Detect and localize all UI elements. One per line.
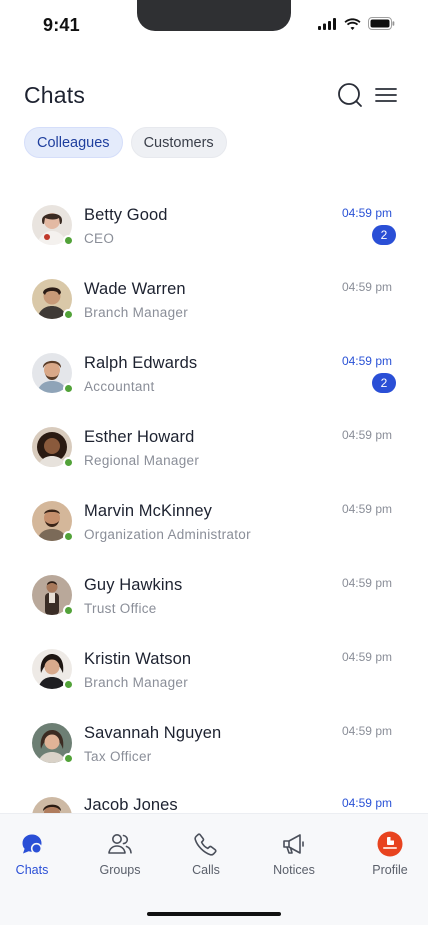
contact-name: Wade Warren: [84, 280, 186, 298]
contact-name: Ralph Edwards: [84, 354, 198, 372]
chat-list[interactable]: Betty Good CEO 04:59 pm 2 Wade Warren Br…: [0, 170, 428, 813]
online-status-dot: [63, 605, 74, 616]
search-icon: [338, 83, 362, 107]
online-status-dot: [63, 457, 74, 468]
nav-profile[interactable]: Profile: [350, 814, 428, 884]
chats-header: Chats Colleagues Customers: [0, 48, 428, 170]
nav-label: Chats: [15, 863, 49, 877]
nav-groups[interactable]: Groups: [80, 814, 160, 884]
online-status-dot: [63, 531, 74, 542]
contact-role: Trust Office: [84, 601, 157, 616]
avatar: [32, 797, 72, 813]
contact-role: Branch Manager: [84, 305, 189, 320]
unread-badge: 2: [372, 225, 396, 245]
message-time: 04:59 pm: [341, 206, 392, 220]
camera-notch: [137, 0, 291, 31]
chat-row-guy-hawkins[interactable]: Guy Hawkins Trust Office 04:59 pm: [0, 558, 428, 632]
chat-row-savannah-nguyen[interactable]: Savannah Nguyen Tax Officer 04:59 pm: [0, 706, 428, 780]
megaphone-icon: [281, 831, 307, 857]
message-time: 04:59 pm: [341, 502, 392, 516]
chat-row-wade-warren[interactable]: Wade Warren Branch Manager 04:59 pm: [0, 262, 428, 336]
contact-role: CEO: [84, 231, 115, 246]
chat-row-kristin-watson[interactable]: Kristin Watson Branch Manager 04:59 pm: [0, 632, 428, 706]
home-indicator-area: [0, 891, 428, 925]
contact-name: Esther Howard: [84, 428, 195, 446]
menu-button[interactable]: [374, 83, 398, 107]
nav-notices[interactable]: Notices: [254, 814, 334, 884]
chat-bubble-icon: [19, 831, 45, 857]
status-time: 9:41: [43, 15, 80, 35]
online-status-dot: [63, 309, 74, 320]
hamburger-menu-icon: [375, 88, 397, 102]
contact-role: Organization Administrator: [84, 527, 251, 542]
contact-name: Savannah Nguyen: [84, 724, 222, 742]
chat-row-jacob-jones[interactable]: Jacob Jones 04:59 pm: [0, 780, 428, 813]
message-time: 04:59 pm: [341, 796, 392, 810]
online-status-dot: [63, 679, 74, 690]
online-status-dot: [63, 383, 74, 394]
chat-row-esther-howard[interactable]: Esther Howard Regional Manager 04:59 pm: [0, 410, 428, 484]
battery-icon: [368, 17, 395, 30]
contact-name: Kristin Watson: [84, 650, 192, 668]
tab-colleagues[interactable]: Colleagues: [24, 127, 123, 158]
message-time: 04:59 pm: [341, 428, 392, 442]
nav-label: Notices: [273, 863, 315, 877]
search-button[interactable]: [336, 81, 364, 109]
chat-row-betty-good[interactable]: Betty Good CEO 04:59 pm 2: [0, 188, 428, 262]
contact-role: Accountant: [84, 379, 155, 394]
status-icons: [318, 17, 395, 30]
profile-avatar: [377, 831, 403, 857]
tab-customers[interactable]: Customers: [130, 127, 227, 158]
wifi-icon: [344, 17, 361, 30]
unread-badge: 2: [372, 373, 396, 393]
message-time: 04:59 pm: [341, 724, 392, 738]
contact-role: Regional Manager: [84, 453, 200, 468]
phone-icon: [193, 831, 219, 857]
contact-name: Guy Hawkins: [84, 576, 183, 594]
nav-label: Profile: [372, 863, 408, 877]
home-indicator[interactable]: [147, 912, 281, 916]
contact-role: Branch Manager: [84, 675, 189, 690]
chat-filter-tabs: Colleagues Customers: [24, 127, 227, 158]
message-time: 04:59 pm: [341, 576, 392, 590]
chat-row-marvin-mckinney[interactable]: Marvin McKinney Organization Administrat…: [0, 484, 428, 558]
groups-icon: [107, 831, 133, 857]
contact-name: Betty Good: [84, 206, 168, 224]
message-time: 04:59 pm: [341, 650, 392, 664]
contact-name: Jacob Jones: [84, 796, 178, 813]
contact-role: Tax Officer: [84, 749, 152, 764]
online-status-dot: [63, 235, 74, 246]
chat-row-ralph-edwards[interactable]: Ralph Edwards Accountant 04:59 pm 2: [0, 336, 428, 410]
message-time: 04:59 pm: [341, 354, 392, 368]
bottom-navigation: Chats Groups Calls Notices Profile: [0, 813, 428, 891]
nav-chats[interactable]: Chats: [0, 814, 72, 884]
status-bar: 9:41: [0, 0, 428, 48]
nav-label: Calls: [192, 863, 220, 877]
message-time: 04:59 pm: [341, 280, 392, 294]
nav-calls[interactable]: Calls: [166, 814, 246, 884]
cellular-signal-icon: [318, 17, 336, 30]
online-status-dot: [63, 753, 74, 764]
page-title: Chats: [24, 82, 86, 108]
nav-label: Groups: [99, 863, 141, 877]
contact-name: Marvin McKinney: [84, 502, 213, 520]
